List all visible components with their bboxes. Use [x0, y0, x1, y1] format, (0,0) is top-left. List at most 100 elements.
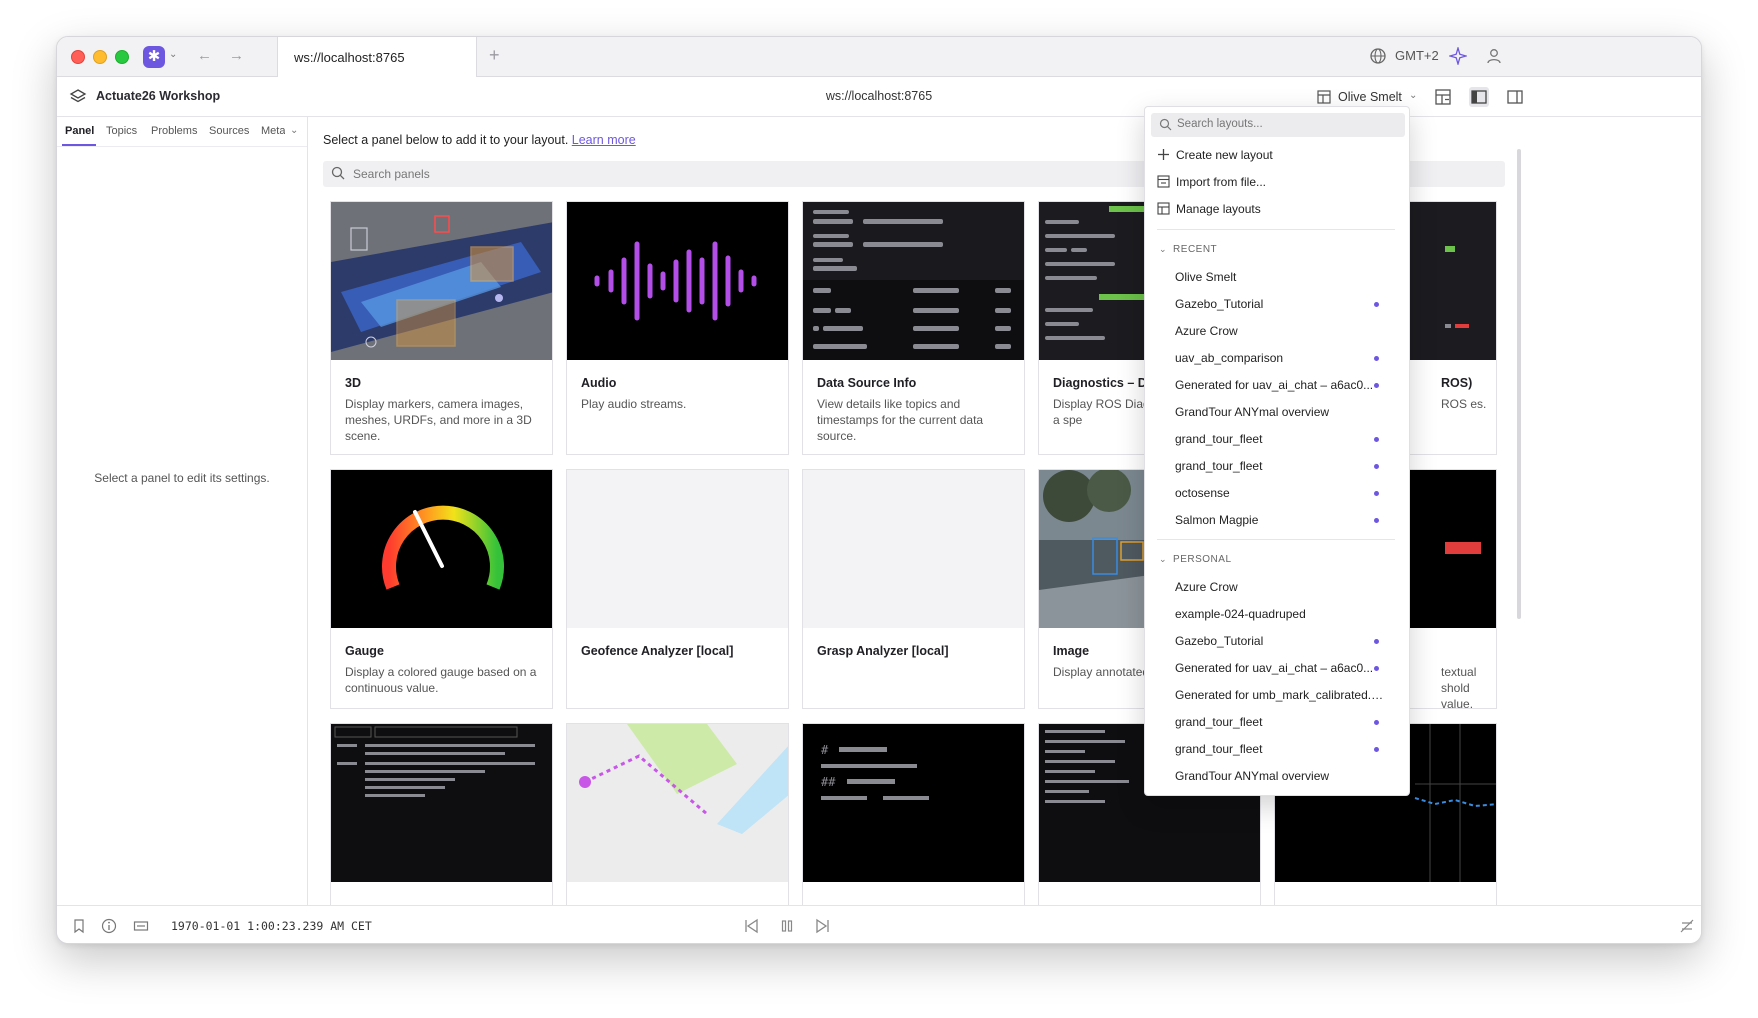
chevron-down-icon: ⌄: [1159, 554, 1168, 564]
manage-layouts-item[interactable]: Manage layouts: [1157, 199, 1397, 219]
modified-dot-icon: [1374, 666, 1379, 671]
personal-layout-item[interactable]: Gazebo_Tutorial: [1175, 631, 1399, 651]
recent-layout-item[interactable]: grand_tour_fleet: [1175, 429, 1399, 449]
recent-layout-item[interactable]: Gazebo_Tutorial: [1175, 294, 1399, 314]
action-label: Manage layouts: [1176, 202, 1261, 216]
left-sidebar-toggle-icon[interactable]: [1469, 87, 1489, 107]
tab-sources[interactable]: Sources: [209, 125, 249, 137]
tab-panel[interactable]: Panel: [65, 125, 94, 137]
personal-layout-item[interactable]: Azure Crow: [1175, 577, 1399, 597]
user-icon[interactable]: [1485, 47, 1503, 65]
recent-layout-item[interactable]: grand_tour_fleet: [1175, 456, 1399, 476]
main-scrollbar[interactable]: [1517, 149, 1521, 619]
right-sidebar-toggle-icon[interactable]: [1505, 87, 1525, 107]
panel-catalog: Select a panel below to add it to your l…: [309, 117, 1701, 905]
log-thumbnail: [331, 724, 552, 882]
empty-settings-message: Select a panel to edit its settings.: [94, 471, 270, 485]
chevron-down-icon[interactable]: ⌄: [169, 49, 177, 60]
recent-layout-item[interactable]: Generated for uav_ai_chat – a6ac0...: [1175, 375, 1399, 395]
layout-name: Generated for umb_mark_calibrated.m...: [1175, 688, 1385, 702]
layout-name: GrandTour ANYmal overview: [1175, 405, 1330, 419]
personal-layout-item[interactable]: grand_tour_fleet: [1175, 712, 1399, 732]
playback-timestamp[interactable]: 1970-01-01 1:00:23.239 AM CET: [171, 919, 372, 933]
app-logo-icon[interactable]: ✱: [143, 46, 165, 68]
chevron-down-icon[interactable]: ⌄: [290, 125, 298, 136]
panel-card-geofence-analyzer[interactable]: Geofence Analyzer [local]: [566, 469, 789, 709]
personal-layout-item[interactable]: GrandTour ANYmal overview: [1175, 766, 1399, 786]
card-title: Grasp Analyzer [local]: [817, 644, 949, 658]
search-icon: [1159, 118, 1172, 131]
divider: [1157, 539, 1395, 540]
new-tab-button[interactable]: +: [489, 45, 500, 66]
tab-problems[interactable]: Problems: [151, 125, 197, 137]
divider: [1157, 229, 1395, 230]
recent-layout-item[interactable]: octosense: [1175, 483, 1399, 503]
sync-off-icon[interactable]: [1679, 918, 1695, 934]
recent-layout-item[interactable]: uav_ab_comparison: [1175, 348, 1399, 368]
catalog-intro: Select a panel below to add it to your l…: [323, 133, 636, 147]
card-title: Image: [1053, 644, 1090, 658]
close-window-button[interactable]: [71, 50, 85, 64]
add-panel-icon[interactable]: [1433, 87, 1453, 107]
panel-card-grasp-analyzer[interactable]: Grasp Analyzer [local]: [802, 469, 1025, 709]
recent-section-header[interactable]: ⌄ RECENT: [1159, 244, 1217, 255]
browser-tab[interactable]: ws://localhost:8765: [277, 37, 477, 77]
card-title: Data Source Info: [817, 376, 917, 390]
create-new-layout-item[interactable]: Create new layout: [1157, 145, 1397, 165]
sparkle-icon[interactable]: [1449, 47, 1467, 65]
recent-layout-item[interactable]: Azure Crow: [1175, 321, 1399, 341]
personal-layout-item[interactable]: Generated for uav_ai_chat – a6ac0...: [1175, 658, 1399, 678]
svg-text:#: #: [821, 743, 829, 757]
layouts-dropdown: Search layouts... Create new layout Impo…: [1144, 106, 1410, 796]
svg-text:##: ##: [821, 775, 836, 789]
tab-meta[interactable]: Meta: [261, 125, 285, 137]
forward-arrow-icon[interactable]: →: [229, 47, 244, 64]
panel-card-log[interactable]: [330, 723, 553, 905]
recent-layout-item[interactable]: Olive Smelt: [1175, 267, 1399, 287]
personal-layout-item[interactable]: Generated for umb_mark_calibrated.m...: [1175, 685, 1399, 705]
data-source-thumbnail: [803, 202, 1024, 360]
panel-card-data-source-info[interactable]: Data Source Info View details like topic…: [802, 201, 1025, 455]
recent-layout-item[interactable]: GrandTour ANYmal overview: [1175, 402, 1399, 422]
learn-more-link[interactable]: Learn more: [572, 133, 636, 147]
info-icon[interactable]: [101, 918, 117, 934]
grasp-thumbnail: [803, 470, 1024, 628]
panel-card-map[interactable]: [566, 723, 789, 905]
search-layouts-input[interactable]: Search layouts...: [1151, 113, 1405, 137]
app-header: Actuate26 Workshop ws://localhost:8765 O…: [57, 77, 1701, 117]
panel-card-markdown[interactable]: # ##: [802, 723, 1025, 905]
minimize-window-button[interactable]: [93, 50, 107, 64]
modified-dot-icon: [1374, 437, 1379, 442]
card-title: ROS): [1441, 376, 1473, 390]
card-title: Geofence Analyzer [local]: [581, 644, 734, 658]
card-description: Play audio streams.: [581, 397, 687, 411]
card-description: View details like topics and timestamps …: [817, 397, 984, 443]
bookmark-icon[interactable]: [71, 918, 87, 934]
geofence-thumbnail: [567, 470, 788, 628]
pause-icon[interactable]: [779, 918, 795, 934]
active-tab-indicator: [62, 144, 96, 146]
sidebar-tabs: Panel Topics Problems Sources Meta ⌄: [57, 117, 307, 147]
card-description: ROS es.: [1441, 397, 1487, 411]
loop-range-icon[interactable]: [133, 918, 149, 934]
browser-window: ✱ ⌄ ← → ws://localhost:8765 + GMT+2 Actu…: [56, 36, 1702, 944]
import-layout-item[interactable]: Import from file...: [1157, 172, 1397, 192]
panel-card-gauge[interactable]: Gauge Display a colored gauge based on a…: [330, 469, 553, 709]
section-label: PERSONAL: [1173, 554, 1232, 565]
seek-forward-icon[interactable]: [815, 918, 831, 934]
recent-layout-item[interactable]: Salmon Magpie: [1175, 510, 1399, 530]
panel-card-3d[interactable]: 3D Display markers, camera images, meshe…: [330, 201, 553, 455]
globe-icon[interactable]: [1369, 47, 1387, 65]
zoom-window-button[interactable]: [115, 50, 129, 64]
tab-topics[interactable]: Topics: [106, 125, 137, 137]
layout-name: grand_tour_fleet: [1175, 459, 1263, 473]
panel-card-audio[interactable]: Audio Play audio streams.: [566, 201, 789, 455]
personal-layout-item[interactable]: grand_tour_fleet: [1175, 739, 1399, 759]
personal-layout-item[interactable]: example-024-quadruped: [1175, 604, 1399, 624]
timezone-label[interactable]: GMT+2: [1395, 48, 1439, 63]
personal-section-header[interactable]: ⌄ PERSONAL: [1159, 554, 1232, 565]
seek-backward-icon[interactable]: [743, 918, 759, 934]
back-arrow-icon[interactable]: ←: [197, 47, 212, 64]
search-panels-placeholder: Search panels: [353, 167, 430, 181]
layout-name: Gazebo_Tutorial: [1175, 297, 1264, 311]
